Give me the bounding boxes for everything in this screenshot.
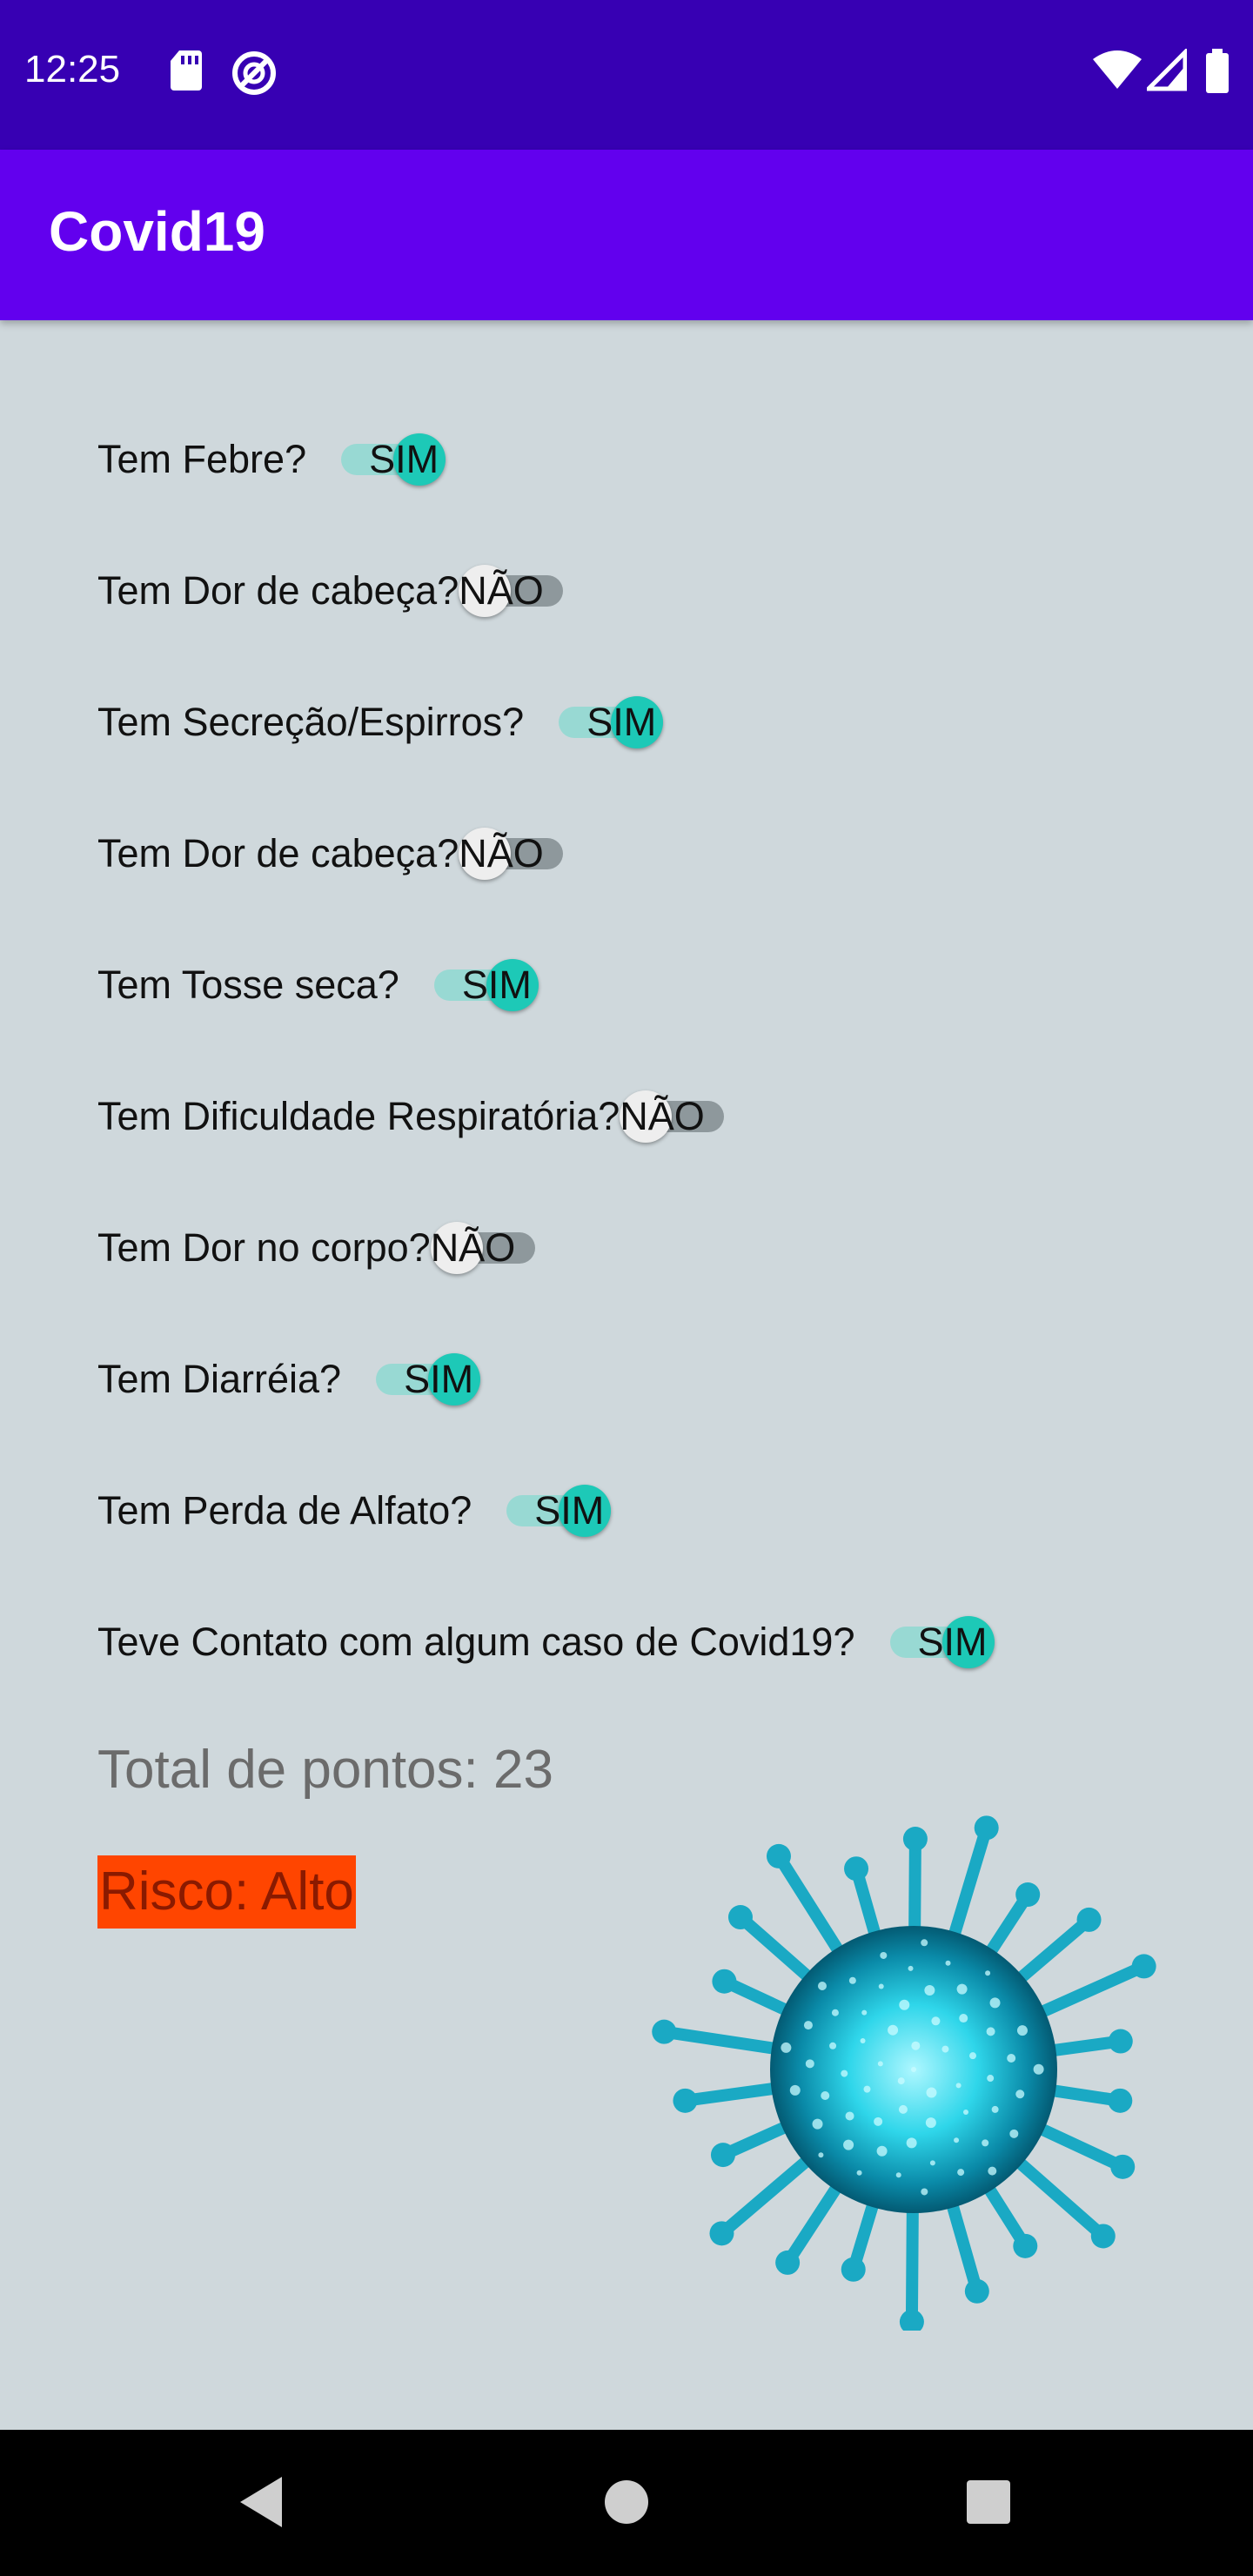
question-row-dor-cabeca-2: Tem Dor de cabeça? NÃO — [97, 828, 564, 880]
contato-covid-switch[interactable]: SIM — [889, 1616, 995, 1668]
perda-alfato-switch[interactable]: SIM — [506, 1485, 612, 1537]
app-title: Covid19 — [49, 200, 265, 263]
dificuldade-respiratoria-switch[interactable]: NÃO — [620, 1090, 725, 1143]
signal-icon — [1147, 49, 1187, 91]
switch-state-text: NÃO — [430, 1225, 516, 1270]
question-row-dor-cabeca: Tem Dor de cabeça? NÃO — [97, 565, 564, 617]
dor-corpo-switch[interactable]: NÃO — [430, 1222, 535, 1274]
question-label: Teve Contato com algum caso de Covid19? — [97, 1620, 855, 1664]
switch-state-text: SIM — [917, 1620, 988, 1664]
switch-state-text: SIM — [369, 437, 439, 481]
total-points-text: Total de pontos: 23 — [97, 1740, 553, 1800]
question-label: Tem Dificuldade Respiratória? — [97, 1094, 620, 1138]
question-label: Tem Tosse seca? — [97, 963, 399, 1007]
switch-state-text: NÃO — [620, 1094, 705, 1138]
home-icon[interactable] — [602, 2473, 651, 2531]
secrecao-switch[interactable]: SIM — [559, 696, 664, 748]
question-row-dificuldade-respiratoria: Tem Dificuldade Respiratória? NÃO — [97, 1090, 725, 1143]
question-row-febre: Tem Febre? SIM — [97, 433, 446, 486]
status-bar: 12:25 — [0, 0, 1253, 150]
back-icon[interactable] — [235, 2473, 287, 2531]
battery-icon — [1206, 49, 1229, 93]
question-label: Tem Secreção/Espirros? — [97, 700, 525, 744]
dor-cabeca-2-switch[interactable]: NÃO — [459, 828, 564, 880]
dor-cabeca-switch[interactable]: NÃO — [459, 565, 564, 617]
question-label: Tem Dor de cabeça? — [97, 831, 459, 875]
switch-state-text: SIM — [404, 1357, 474, 1401]
content-area: Tem Febre? SIM Tem Dor de cabeça? NÃO Te… — [0, 320, 1253, 2430]
wifi-icon — [1093, 50, 1142, 89]
app-bar: Covid19 — [0, 150, 1253, 320]
switch-state-text: SIM — [461, 963, 532, 1007]
risk-badge: Risco: Alto — [97, 1855, 356, 1929]
virus-image — [652, 1815, 1156, 2331]
question-row-contato-covid: Teve Contato com algum caso de Covid19? … — [97, 1616, 995, 1668]
question-row-perda-alfato: Tem Perda de Alfato? SIM — [97, 1485, 612, 1537]
do-not-disturb-icon — [232, 51, 276, 95]
switch-state-text: SIM — [586, 700, 657, 744]
switch-state-text: NÃO — [459, 831, 544, 875]
question-label: Tem Diarréia? — [97, 1357, 342, 1401]
febre-switch[interactable]: SIM — [341, 433, 446, 486]
switch-state-text: SIM — [534, 1488, 605, 1533]
sd-card-icon — [171, 50, 202, 91]
question-label: Tem Perda de Alfato? — [97, 1488, 472, 1533]
question-row-tosse: Tem Tosse seca? SIM — [97, 959, 539, 1011]
question-label: Tem Dor no corpo? — [97, 1225, 431, 1270]
diarreia-switch[interactable]: SIM — [376, 1353, 481, 1405]
question-row-secrecao: Tem Secreção/Espirros? SIM — [97, 696, 664, 748]
navigation-bar — [0, 2430, 1253, 2576]
recents-icon[interactable] — [964, 2473, 1013, 2531]
question-row-dor-corpo: Tem Dor no corpo? NÃO — [97, 1222, 535, 1274]
question-row-diarreia: Tem Diarréia? SIM — [97, 1353, 481, 1405]
status-time: 12:25 — [24, 48, 121, 91]
question-label: Tem Dor de cabeça? — [97, 568, 459, 613]
switch-state-text: NÃO — [459, 568, 544, 613]
tosse-switch[interactable]: SIM — [433, 959, 539, 1011]
question-label: Tem Febre? — [97, 437, 307, 481]
